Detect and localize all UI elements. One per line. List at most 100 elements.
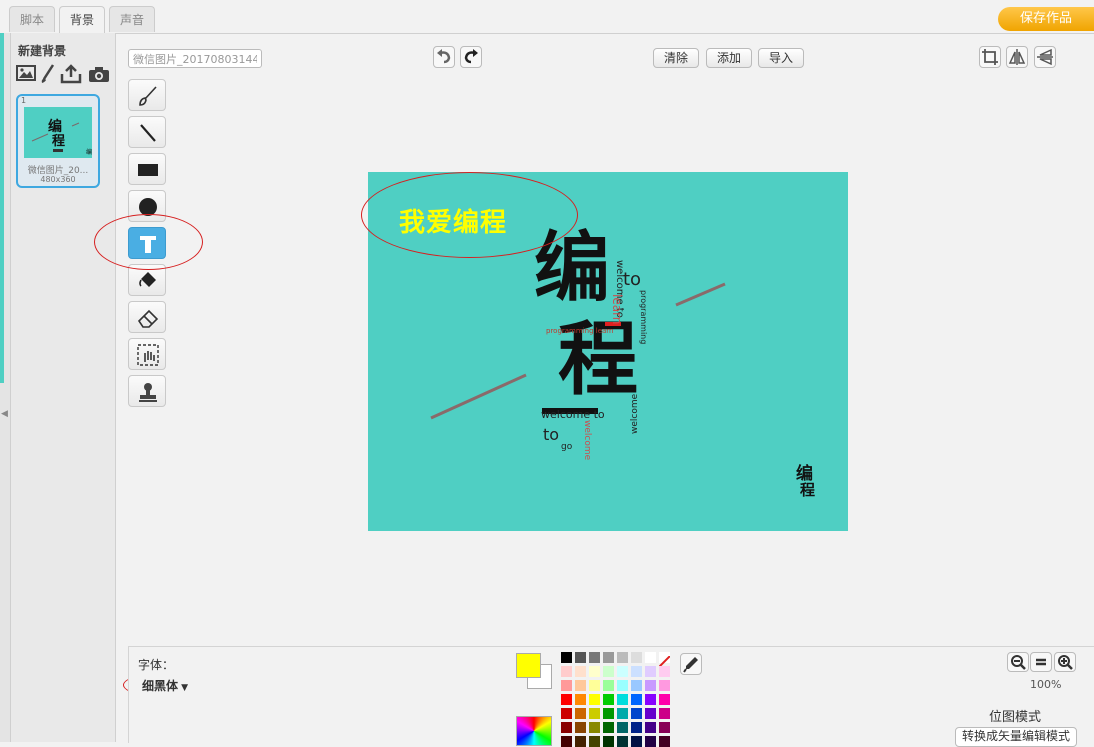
image-library-icon[interactable] — [16, 64, 36, 84]
color-swatch[interactable] — [575, 666, 586, 677]
artwork-small-char: 程 — [800, 481, 816, 499]
annotation-ring-caption — [361, 172, 578, 258]
brush-tool[interactable] — [128, 79, 166, 111]
color-swatch[interactable] — [631, 666, 642, 677]
color-swatch[interactable] — [645, 652, 656, 663]
color-swatch[interactable] — [561, 694, 572, 705]
color-swatch[interactable] — [631, 694, 642, 705]
color-swatch[interactable] — [575, 722, 586, 733]
tab-scripts[interactable]: 脚本 — [9, 6, 56, 32]
backdrop-thumbnail-image: 编 程 编 — [24, 107, 92, 158]
color-swatch[interactable] — [589, 722, 600, 733]
line-tool[interactable] — [128, 116, 166, 148]
convert-to-vector-button[interactable]: 转换成矢量编辑模式 — [955, 727, 1078, 747]
font-select[interactable]: 细黑体 ▼ — [142, 677, 188, 694]
color-swatch[interactable] — [658, 652, 671, 668]
collapse-arrow-icon[interactable]: ◀ — [1, 409, 8, 419]
artwork-word: programming — [639, 290, 648, 345]
color-swatch[interactable] — [631, 680, 642, 691]
bitmap-mode-label: 位图模式 — [989, 710, 1042, 725]
save-project-button[interactable]: 保存作品 — [998, 7, 1094, 31]
zoom-in-button[interactable] — [1054, 652, 1076, 672]
backdrop-size: 480x360 — [40, 175, 76, 184]
flip-vertical-button[interactable] — [1034, 46, 1056, 68]
color-swatch[interactable] — [575, 652, 586, 663]
color-swatch[interactable] — [631, 722, 642, 733]
paint-bucket-icon — [139, 272, 156, 287]
color-swatch[interactable] — [603, 722, 614, 733]
color-swatch[interactable] — [575, 694, 586, 705]
color-swatch[interactable] — [645, 694, 656, 705]
eyedropper-button[interactable] — [680, 653, 702, 675]
color-swatch[interactable] — [617, 694, 628, 705]
zoom-out-button[interactable] — [1007, 652, 1029, 672]
color-swatch[interactable] — [617, 722, 628, 733]
top-bar — [0, 0, 1094, 34]
color-swatch[interactable] — [561, 722, 572, 733]
line-icon — [140, 124, 156, 142]
add-button[interactable]: 添加 — [706, 48, 753, 68]
undo-icon — [437, 49, 451, 64]
eraser-tool[interactable] — [128, 301, 166, 333]
upload-icon[interactable] — [60, 64, 82, 84]
color-swatch[interactable] — [659, 680, 670, 691]
color-swatch[interactable] — [617, 680, 628, 691]
select-tool[interactable] — [128, 338, 166, 370]
color-swatch[interactable] — [589, 666, 600, 677]
svg-text:程: 程 — [52, 134, 65, 149]
color-swatch[interactable] — [589, 708, 600, 719]
color-swatch[interactable] — [603, 680, 614, 691]
color-swatch[interactable] — [645, 666, 656, 677]
font-label: 字体： — [138, 658, 175, 672]
color-swatch[interactable] — [603, 666, 614, 677]
redo-button[interactable] — [460, 46, 482, 68]
color-swatch[interactable] — [561, 666, 572, 677]
undo-button[interactable] — [433, 46, 455, 68]
paint-brush-icon[interactable] — [40, 64, 60, 84]
color-swatch[interactable] — [603, 652, 614, 663]
crop-button[interactable] — [979, 46, 1001, 68]
clear-button[interactable]: 清除 — [653, 48, 700, 68]
color-swatch[interactable] — [575, 680, 586, 691]
stamp-tool[interactable] — [128, 375, 166, 407]
rectangle-tool[interactable] — [128, 153, 166, 185]
color-swatch[interactable] — [659, 694, 670, 705]
artwork-word: learn — [610, 294, 624, 325]
color-swatch[interactable] — [589, 680, 600, 691]
artwork-word: to — [623, 269, 642, 290]
rectangle-icon — [138, 164, 158, 176]
color-swatch[interactable] — [659, 708, 670, 719]
color-swatch[interactable] — [603, 708, 614, 719]
artwork-word: programming learn — [546, 327, 614, 335]
stage-edge-strip: ◀ — [0, 33, 11, 742]
color-swatch[interactable] — [645, 722, 656, 733]
color-swatch[interactable] — [589, 652, 600, 663]
artwork-word: welcome — [582, 420, 592, 461]
costume-name-input[interactable] — [128, 49, 262, 68]
tab-sounds[interactable]: 声音 — [109, 6, 156, 32]
color-swatch[interactable] — [561, 652, 572, 663]
color-swatch[interactable] — [645, 708, 656, 719]
color-swatch[interactable] — [603, 694, 614, 705]
color-swatch[interactable] — [561, 680, 572, 691]
diagonal-line — [430, 373, 527, 420]
color-swatch[interactable] — [659, 666, 670, 677]
primary-color-swatch[interactable] — [516, 653, 541, 678]
flip-horizontal-button[interactable] — [1006, 46, 1028, 68]
color-swatch[interactable] — [631, 708, 642, 719]
import-button[interactable]: 导入 — [758, 48, 805, 68]
stamp-icon — [139, 383, 157, 402]
color-swatch[interactable] — [561, 708, 572, 719]
color-swatch[interactable] — [659, 722, 670, 733]
color-swatch[interactable] — [617, 652, 628, 663]
color-swatch[interactable] — [617, 708, 628, 719]
zoom-reset-button[interactable] — [1030, 652, 1052, 672]
camera-icon[interactable] — [88, 64, 109, 84]
color-swatch[interactable] — [631, 652, 642, 663]
color-swatch[interactable] — [575, 708, 586, 719]
tab-backdrops[interactable]: 背景 — [59, 6, 106, 34]
color-swatch[interactable] — [617, 666, 628, 677]
annotation-ring-text-tool — [94, 214, 203, 270]
color-swatch[interactable] — [645, 680, 656, 691]
color-swatch[interactable] — [589, 694, 600, 705]
